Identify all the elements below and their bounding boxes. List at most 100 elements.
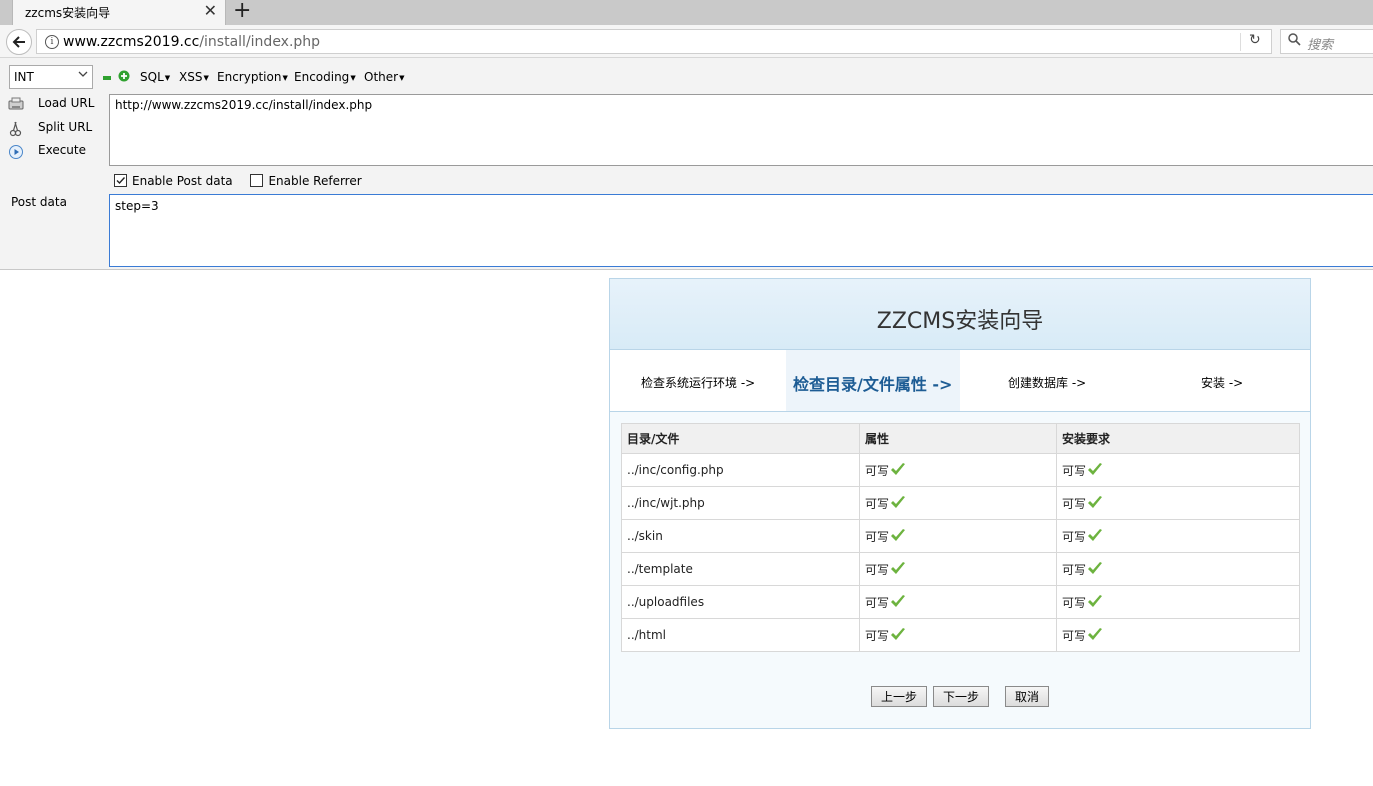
- requirement-text: 可写: [1062, 529, 1087, 544]
- path-cell: ../inc/wjt.php: [621, 486, 860, 520]
- enable-referrer-label: Enable Referrer: [268, 174, 362, 188]
- attribute-cell: 可写: [859, 585, 1057, 619]
- encryption-menu-label: Encryption: [217, 70, 282, 84]
- installer-panel: ZZCMS安装向导 检查系统运行环境 -> 检查目录/文件属性 -> 创建数据库…: [609, 278, 1311, 729]
- enable-referrer-checkbox[interactable]: Enable Referrer: [250, 174, 362, 188]
- hackbar-panel: INT SQL▼ XSS▼ Encryption▼ Encoding▼ Othe…: [0, 58, 1373, 270]
- attribute-cell: 可写: [859, 486, 1057, 520]
- attribute-text: 可写: [865, 562, 890, 577]
- url-textarea-value: http://www.zzcms2019.cc/install/index.ph…: [115, 98, 373, 112]
- table-row: ../uploadfiles 可写 可写: [621, 585, 1300, 619]
- reload-icon[interactable]: ↻: [1249, 32, 1261, 48]
- check-icon: [890, 495, 906, 512]
- increase-icon[interactable]: [118, 70, 130, 82]
- chevron-down-icon: [78, 69, 88, 82]
- requirement-text: 可写: [1062, 628, 1087, 643]
- path-cell: ../inc/config.php: [621, 453, 860, 487]
- cancel-button[interactable]: 取消: [1005, 686, 1049, 707]
- type-select[interactable]: INT: [9, 65, 93, 89]
- sql-menu-label: SQL: [140, 70, 164, 84]
- check-icon: [890, 462, 906, 479]
- attribute-text: 可写: [865, 496, 890, 511]
- post-data-textarea[interactable]: step=3: [109, 194, 1373, 267]
- installer-header: ZZCMS安装向导: [610, 279, 1310, 350]
- requirement-cell: 可写: [1056, 519, 1300, 553]
- search-placeholder: 搜索: [1307, 38, 1334, 53]
- path-cell: ../skin: [621, 519, 860, 553]
- post-data-value: step=3: [115, 199, 159, 213]
- check-icon: [1087, 528, 1103, 545]
- load-url-button[interactable]: Load URL: [8, 96, 94, 111]
- info-icon[interactable]: i: [45, 35, 59, 49]
- check-icon: [1087, 594, 1103, 611]
- table-row: ../skin 可写 可写: [621, 519, 1300, 553]
- scissors-icon: [8, 121, 24, 136]
- checkbox-checked-icon: [114, 174, 127, 187]
- check-icon: [1087, 627, 1103, 644]
- attribute-cell: 可写: [859, 618, 1057, 652]
- table-row: ../inc/wjt.php 可写 可写: [621, 486, 1300, 520]
- requirement-cell: 可写: [1056, 486, 1300, 520]
- url-textarea[interactable]: http://www.zzcms2019.cc/install/index.ph…: [109, 94, 1373, 166]
- check-icon: [890, 594, 906, 611]
- split-url-label: Split URL: [38, 120, 93, 134]
- xss-menu[interactable]: XSS▼: [179, 70, 209, 84]
- checkbox-unchecked-icon: [250, 174, 264, 187]
- navigation-bar: i www.zzcms2019.cc/install/index.php ↻ 搜…: [0, 25, 1373, 58]
- execute-button[interactable]: Execute: [8, 143, 86, 159]
- other-menu[interactable]: Other▼: [364, 70, 404, 84]
- sql-menu[interactable]: SQL▼: [140, 70, 170, 84]
- encoding-menu-label: Encoding: [294, 70, 350, 84]
- requirement-text: 可写: [1062, 463, 1087, 478]
- address-divider: [1240, 33, 1241, 51]
- encoding-menu[interactable]: Encoding▼: [294, 70, 356, 84]
- column-header: 属性: [859, 423, 1057, 454]
- address-bar[interactable]: i www.zzcms2019.cc/install/index.php ↻: [36, 29, 1272, 54]
- execute-label: Execute: [38, 143, 86, 157]
- step-check-environment: 检查系统运行环境 ->: [641, 376, 756, 390]
- check-icon: [1087, 561, 1103, 578]
- attribute-text: 可写: [865, 628, 890, 643]
- attribute-text: 可写: [865, 529, 890, 544]
- url-path: /install/index.php: [199, 34, 321, 50]
- check-icon: [1087, 495, 1103, 512]
- type-select-value: INT: [14, 70, 34, 84]
- table-row: ../template 可写 可写: [621, 552, 1300, 586]
- encryption-menu[interactable]: Encryption▼: [217, 70, 288, 84]
- xss-menu-label: XSS: [179, 70, 203, 84]
- back-arrow-icon: [12, 36, 25, 48]
- back-button[interactable]: [6, 29, 32, 55]
- check-icon: [890, 528, 906, 545]
- check-icon: [890, 627, 906, 644]
- browser-tab[interactable]: zzcms安装向导 ✕: [12, 0, 226, 25]
- path-cell: ../html: [621, 618, 860, 652]
- requirement-cell: 可写: [1056, 585, 1300, 619]
- requirement-text: 可写: [1062, 562, 1087, 577]
- check-icon: [890, 561, 906, 578]
- new-tab-icon[interactable]: +: [233, 0, 251, 23]
- requirement-cell: 可写: [1056, 453, 1300, 487]
- table-row: ../inc/config.php 可写 可写: [621, 453, 1300, 487]
- table-header-row: 目录/文件 属性 安装要求: [621, 423, 1300, 454]
- attribute-cell: 可写: [859, 453, 1057, 487]
- step-check-files: 检查目录/文件属性 ->: [793, 375, 953, 394]
- play-icon: [8, 144, 24, 159]
- search-bar[interactable]: 搜索: [1280, 29, 1373, 54]
- attribute-text: 可写: [865, 463, 890, 478]
- table-row: ../html 可写 可写: [621, 618, 1300, 652]
- file-permission-table: 目录/文件 属性 安装要求 ../inc/config.php 可写 可写 ..…: [621, 423, 1300, 652]
- close-tab-icon[interactable]: ✕: [204, 1, 217, 21]
- next-step-button[interactable]: 下一步: [933, 686, 989, 707]
- load-url-icon: [8, 97, 24, 111]
- split-url-button[interactable]: Split URL: [8, 120, 93, 136]
- requirement-cell: 可写: [1056, 552, 1300, 586]
- other-menu-label: Other: [364, 70, 399, 84]
- post-data-label: Post data: [11, 195, 67, 209]
- tab-title: zzcms安装向导: [25, 6, 111, 20]
- search-icon: [1288, 33, 1301, 51]
- attribute-cell: 可写: [859, 552, 1057, 586]
- decrease-icon[interactable]: [103, 76, 111, 80]
- enable-post-checkbox[interactable]: Enable Post data: [114, 174, 233, 188]
- prev-step-button[interactable]: 上一步: [871, 686, 927, 707]
- installer-title: ZZCMS安装向导: [876, 309, 1044, 334]
